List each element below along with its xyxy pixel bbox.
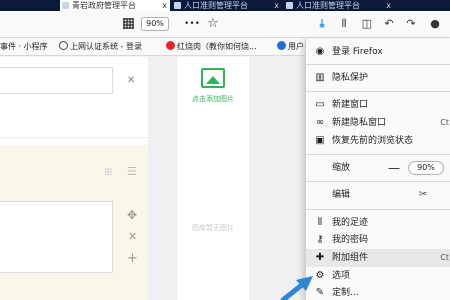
bookmark-label: 事件 · 小程序 — [0, 42, 48, 51]
zoom-out-button[interactable]: — — [388, 159, 400, 177]
account-icon: ◉ — [315, 46, 325, 57]
separator — [306, 91, 450, 92]
back-history-icon[interactable]: ↶ — [381, 16, 397, 32]
menu-item-label: 隐私保护 — [332, 73, 369, 83]
menu-item-privacy[interactable]: ▥ 隐私保护 — [306, 69, 450, 87]
menu-item-new-window[interactable]: ▭ 新建窗口 — [306, 96, 450, 114]
tab-1[interactable]: 青岩政府管理平台 x — [60, 0, 170, 11]
zoom-badge[interactable]: 90% — [141, 17, 169, 31]
menu-item-label: 新建隐私窗口 — [332, 118, 387, 128]
menu-item-edit: 编辑 ✂ — [306, 186, 450, 204]
menu-item-library[interactable]: ⫴ 我的足迹 — [306, 214, 450, 232]
menu-item-label: 缩放 — [332, 163, 351, 173]
close-icon[interactable]: x — [274, 0, 279, 11]
shortcut-label: Ct — [440, 253, 449, 262]
separator — [306, 209, 450, 210]
tab-label: 青岩政府管理平台 — [72, 1, 136, 10]
no-image-label: 图库暂无图片 — [192, 224, 234, 232]
content-textarea[interactable] — [0, 201, 113, 273]
separator — [306, 64, 450, 65]
add-photo-icon[interactable] — [201, 68, 225, 88]
menu-item-label: 选项 — [332, 271, 351, 281]
tab-label: 人口准则管理平台 — [184, 1, 248, 10]
move-icon[interactable]: ✥ — [127, 208, 137, 222]
bookmark-item[interactable]: 用户 — [277, 38, 304, 56]
red-circle-icon — [166, 41, 175, 50]
menu-item-label: 登录 Firefox — [332, 47, 383, 57]
separator — [306, 154, 450, 155]
menu-item-label: 我的密码 — [332, 235, 369, 245]
bookmark-item[interactable]: 红烧肉（教你如何烧... — [166, 38, 257, 56]
menu-item-label: 附加组件 — [332, 253, 369, 263]
menu-item-label: 我的足迹 — [332, 218, 369, 228]
download-icon[interactable]: ⤓ — [314, 16, 330, 32]
menu-item-label: 编辑 — [332, 190, 351, 200]
firefox-menu: ◉ 登录 Firefox ▥ 隐私保护 ▭ 新建窗口 ∞ 新建隐私窗口 Ct ▣… — [305, 39, 450, 300]
menu-item-label: 新建窗口 — [332, 100, 369, 110]
bookmark-item[interactable]: 上网认证系统 - 登录 — [59, 38, 142, 56]
page-icon — [62, 2, 69, 9]
chat-icon[interactable]: ● — [427, 16, 443, 32]
globe-icon — [59, 41, 68, 50]
tab-3[interactable]: 人口准则管理平台 x — [284, 0, 394, 11]
restore-icon: ▣ — [315, 135, 325, 146]
page-icon — [174, 2, 181, 9]
new-window-icon: ▭ — [315, 99, 325, 110]
add-photo-link[interactable]: 点击添加图片 — [177, 94, 249, 104]
bookmark-star-icon[interactable]: ☆ — [205, 16, 221, 32]
mask-icon: ∞ — [315, 117, 325, 128]
add-icon[interactable]: + — [127, 251, 138, 266]
brush-icon: ✎ — [315, 287, 325, 298]
nav-bar: 90% ••• ☆ ⤓ ⫴ ◫ ↶ ↷ ● — [0, 11, 450, 38]
bookmark-item[interactable]: 事件 · 小程序 — [0, 38, 48, 56]
menu-item-options[interactable]: ⚙ 选项 — [306, 267, 450, 285]
bookmark-label: 红烧肉（教你如何烧... — [177, 42, 257, 51]
qr-code-icon[interactable] — [123, 18, 134, 29]
grid-icon[interactable]: ⊞ — [104, 167, 112, 178]
privacy-chart-icon: ▥ — [315, 72, 325, 83]
menu-item-addons[interactable]: ✚ 附加组件 Ct — [306, 249, 450, 267]
menu-item-customize[interactable]: ✎ 定制... — [306, 284, 450, 300]
bookmark-label: 用户 — [288, 42, 304, 51]
sidebar-icon[interactable]: ◫ — [359, 16, 375, 32]
title-input[interactable] — [0, 67, 113, 94]
key-icon: ⚷ — [316, 234, 324, 245]
menu-item-label: 恢复先前的浏览状态 — [332, 136, 414, 146]
menu-item-passwords[interactable]: ⚷ 我的密码 — [306, 231, 450, 249]
tab-strip: 青岩政府管理平台 x 人口准则管理平台 x 人口准则管理平台 x — [0, 0, 450, 11]
image-panel: 点击添加图片 图库暂无图片 — [177, 57, 249, 300]
tab-label: 人口准则管理平台 — [296, 1, 360, 10]
menu-item-private-window[interactable]: ∞ 新建隐私窗口 Ct — [306, 114, 450, 132]
puzzle-icon: ✚ — [315, 252, 325, 263]
gear-icon: ⚙ — [315, 270, 325, 281]
page-icon — [286, 2, 293, 9]
menu-item-restore-session[interactable]: ▣ 恢复先前的浏览状态 — [306, 132, 450, 150]
page-actions-icon[interactable]: ••• — [184, 16, 200, 32]
cut-icon[interactable]: ✂ — [419, 186, 427, 204]
menu-item-label: 定制... — [332, 288, 359, 298]
redo-icon[interactable]: ↷ — [403, 16, 419, 32]
close-icon[interactable]: x — [386, 0, 391, 11]
form-panel: ✕ ⊞ ☰ ✥ ✕ + — [0, 57, 148, 300]
library-icon[interactable]: ⫴ — [336, 16, 352, 32]
shortcut-label: Ct — [440, 118, 449, 127]
menu-item-sign-in[interactable]: ◉ 登录 Firefox — [306, 43, 450, 61]
close-icon[interactable]: ✕ — [127, 75, 135, 86]
close-icon[interactable]: x — [162, 0, 167, 11]
zoom-level[interactable]: 90% — [408, 161, 444, 175]
menu-item-zoom: 缩放 — 90% — [306, 159, 450, 177]
tab-2[interactable]: 人口准则管理平台 x — [172, 0, 282, 11]
divider — [0, 137, 148, 138]
delete-icon[interactable]: ✕ — [128, 230, 137, 243]
library-icon: ⫴ — [317, 217, 323, 228]
blue-circle-icon — [277, 41, 286, 50]
bookmark-label: 上网认证系统 - 登录 — [70, 42, 142, 51]
separator — [306, 181, 450, 182]
list-icon[interactable]: ☰ — [127, 165, 137, 178]
